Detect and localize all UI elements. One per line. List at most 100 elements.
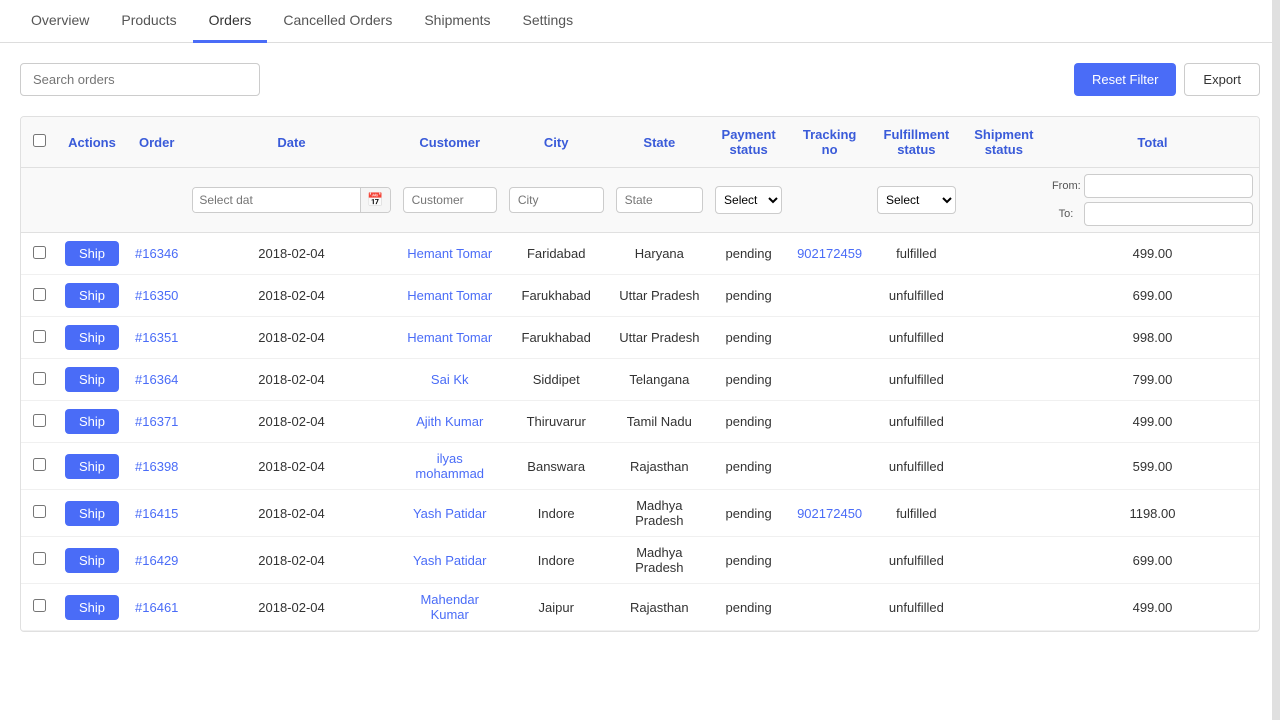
customer-link[interactable]: Yash Patidar: [413, 506, 486, 521]
tab-products[interactable]: Products: [105, 0, 192, 43]
order-link[interactable]: #16351: [135, 330, 178, 345]
customer-link[interactable]: Mahendar Kumar: [420, 592, 479, 622]
row-date-cell: 2018-02-04: [186, 233, 396, 275]
total-to-label: To:: [1052, 208, 1080, 220]
total-from-input[interactable]: [1084, 174, 1253, 198]
filter-actions-col: [57, 168, 127, 233]
row-payment-status-cell: pending: [709, 317, 788, 359]
toolbar: Reset Filter Export: [20, 63, 1260, 96]
row-customer-cell: Hemant Tomar: [397, 233, 503, 275]
order-link[interactable]: #16429: [135, 553, 178, 568]
row-state-cell: Tamil Nadu: [610, 401, 709, 443]
filter-order-col: [127, 168, 186, 233]
tab-overview[interactable]: Overview: [15, 0, 105, 43]
row-customer-cell: Mahendar Kumar: [397, 584, 503, 631]
row-checkbox[interactable]: [33, 372, 46, 385]
row-state-cell: Madhya Pradesh: [610, 537, 709, 584]
header-tracking-no: Tracking no: [788, 117, 871, 168]
row-checkbox[interactable]: [33, 552, 46, 565]
row-checkbox[interactable]: [33, 246, 46, 259]
ship-button[interactable]: Ship: [65, 501, 119, 526]
filter-shipment-col: [962, 168, 1046, 233]
tab-shipments[interactable]: Shipments: [408, 0, 506, 43]
order-link[interactable]: #16350: [135, 288, 178, 303]
row-state-cell: Uttar Pradesh: [610, 317, 709, 359]
nav-tabs: Overview Products Orders Cancelled Order…: [0, 0, 1280, 43]
row-checkbox[interactable]: [33, 414, 46, 427]
row-total-cell: 499.00: [1046, 584, 1259, 631]
calendar-icon[interactable]: 📅: [360, 188, 389, 212]
export-button[interactable]: Export: [1184, 63, 1260, 96]
row-payment-status-cell: pending: [709, 584, 788, 631]
table-row: Ship#163642018-02-04Sai KkSiddipetTelang…: [21, 359, 1259, 401]
order-link[interactable]: #16346: [135, 246, 178, 261]
row-checkbox[interactable]: [33, 505, 46, 518]
customer-link[interactable]: Ajith Kumar: [416, 414, 483, 429]
order-link[interactable]: #16415: [135, 506, 178, 521]
row-city-cell: Siddipet: [503, 359, 610, 401]
header-state: State: [610, 117, 709, 168]
row-checkbox[interactable]: [33, 330, 46, 343]
row-checkbox-cell: [21, 359, 57, 401]
customer-link[interactable]: ilyas mohammad: [415, 451, 484, 481]
row-date-cell: 2018-02-04: [186, 401, 396, 443]
ship-button[interactable]: Ship: [65, 241, 119, 266]
ship-button[interactable]: Ship: [65, 595, 119, 620]
filter-row: 📅 Select: [21, 168, 1259, 233]
tracking-link[interactable]: 902172459: [797, 246, 862, 261]
order-link[interactable]: #16364: [135, 372, 178, 387]
order-link[interactable]: #16398: [135, 459, 178, 474]
row-checkbox-cell: [21, 317, 57, 359]
customer-link[interactable]: Hemant Tomar: [407, 288, 492, 303]
row-shipment-status-cell: [962, 359, 1046, 401]
row-payment-status-cell: pending: [709, 401, 788, 443]
header-shipment-status: Shipment status: [962, 117, 1046, 168]
row-shipment-status-cell: [962, 537, 1046, 584]
total-to-input[interactable]: [1084, 202, 1253, 226]
scrollbar[interactable]: [1272, 0, 1280, 720]
row-date-cell: 2018-02-04: [186, 584, 396, 631]
ship-button[interactable]: Ship: [65, 367, 119, 392]
date-filter-input[interactable]: [193, 188, 360, 212]
header-payment-status: Payment status: [709, 117, 788, 168]
tracking-link[interactable]: 902172450: [797, 506, 862, 521]
row-checkbox[interactable]: [33, 458, 46, 471]
search-input[interactable]: [20, 63, 260, 96]
row-order-cell: #16371: [127, 401, 186, 443]
row-date-cell: 2018-02-04: [186, 490, 396, 537]
ship-button[interactable]: Ship: [65, 548, 119, 573]
customer-link[interactable]: Hemant Tomar: [407, 330, 492, 345]
filter-total-col: From: To:: [1046, 168, 1259, 233]
tab-settings[interactable]: Settings: [507, 0, 590, 43]
row-checkbox[interactable]: [33, 599, 46, 612]
customer-link[interactable]: Yash Patidar: [413, 553, 486, 568]
payment-filter-select[interactable]: Select: [715, 186, 782, 214]
row-checkbox[interactable]: [33, 288, 46, 301]
state-filter-input[interactable]: [616, 187, 703, 213]
row-state-cell: Telangana: [610, 359, 709, 401]
ship-button[interactable]: Ship: [65, 454, 119, 479]
customer-link[interactable]: Sai Kk: [431, 372, 469, 387]
row-tracking-cell: 902172450: [788, 490, 871, 537]
ship-button[interactable]: Ship: [65, 409, 119, 434]
ship-button[interactable]: Ship: [65, 325, 119, 350]
row-order-cell: #16429: [127, 537, 186, 584]
table-row: Ship#163512018-02-04Hemant TomarFarukhab…: [21, 317, 1259, 359]
table-row: Ship#163462018-02-04Hemant TomarFaridaba…: [21, 233, 1259, 275]
customer-filter-input[interactable]: [403, 187, 497, 213]
row-order-cell: #16461: [127, 584, 186, 631]
row-total-cell: 699.00: [1046, 537, 1259, 584]
order-link[interactable]: #16371: [135, 414, 178, 429]
reset-filter-button[interactable]: Reset Filter: [1074, 63, 1176, 96]
order-link[interactable]: #16461: [135, 600, 178, 615]
select-all-checkbox[interactable]: [33, 134, 46, 147]
tab-cancelled-orders[interactable]: Cancelled Orders: [267, 0, 408, 43]
customer-link[interactable]: Hemant Tomar: [407, 246, 492, 261]
tab-orders[interactable]: Orders: [193, 0, 268, 43]
header-checkbox-col: [21, 117, 57, 168]
fulfillment-filter-select[interactable]: Select: [877, 186, 956, 214]
city-filter-input[interactable]: [509, 187, 604, 213]
row-order-cell: #16398: [127, 443, 186, 490]
row-fulfillment-status-cell: unfulfilled: [871, 401, 962, 443]
ship-button[interactable]: Ship: [65, 283, 119, 308]
